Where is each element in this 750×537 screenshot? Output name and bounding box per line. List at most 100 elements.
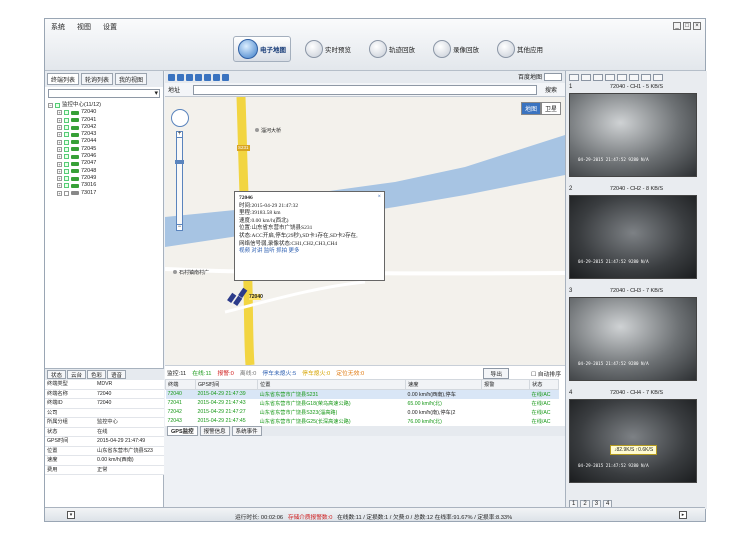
volume-icon[interactable] [629, 73, 639, 81]
table-row[interactable]: 72040 2015-04-29 21:47:39 山东省东营市广饶县S231 … [165, 389, 559, 399]
checkbox[interactable] [64, 183, 69, 189]
export-button[interactable]: 导出 [483, 368, 509, 379]
minimize-button[interactable]: _ [673, 22, 681, 30]
table-row[interactable]: 72043 2015-04-29 21:47:45 山东省东营市广饶县G25(长… [166, 417, 559, 426]
expand-icon[interactable]: + [57, 139, 62, 145]
tab-gps-monitor[interactable]: GPS监控 [167, 425, 198, 436]
expand-icon[interactable]: + [57, 190, 62, 196]
zoom-in-button[interactable]: + [176, 131, 183, 138]
video-frame[interactable]: 04-29-2015 21:47:52 9280 N/A [569, 93, 697, 177]
tree-item[interactable]: +72040 [48, 109, 160, 116]
module-record-playback[interactable]: 录像回放 [429, 36, 483, 62]
checkbox[interactable] [64, 168, 69, 174]
close-button[interactable]: × [693, 22, 701, 30]
checkbox[interactable] [64, 139, 69, 145]
map-canvas[interactable]: 淄河大桥 S231 石村镇南村广 72040 + − 地图 卫星 × 72046… [165, 97, 565, 365]
record-icon[interactable] [617, 73, 627, 81]
map-type-map[interactable]: 地图 [520, 102, 541, 115]
tree-item[interactable]: +72047 [48, 160, 160, 167]
popup-action-links[interactable]: 视频 对讲 监听 抓拍 更多 [239, 248, 380, 256]
expand-icon[interactable]: + [57, 132, 62, 138]
video-frame[interactable]: 04-29-2015 21:47:52 9280 N/A [569, 297, 697, 381]
checkbox[interactable] [55, 103, 60, 109]
tab-color[interactable]: 色彩 [87, 370, 107, 379]
zoom-icon[interactable] [204, 73, 211, 81]
tree-item[interactable]: +72049 [48, 175, 160, 182]
measure-icon[interactable] [195, 73, 202, 81]
expand-icon[interactable]: + [57, 154, 62, 160]
menu-settings[interactable]: 设置 [103, 22, 117, 32]
collapse-icon[interactable]: − [48, 103, 53, 109]
split-icon[interactable] [593, 73, 603, 81]
checkbox[interactable] [64, 132, 69, 138]
module-other-apps[interactable]: 其他应用 [493, 36, 547, 62]
col-location[interactable]: 位置 [257, 379, 406, 390]
checkbox[interactable] [64, 146, 69, 152]
video-channel-1[interactable]: 1 72040 - CH1 - 5 KB/S 04-29-2015 21:47:… [566, 83, 707, 185]
col-speed[interactable]: 速度 [405, 379, 482, 390]
tab-polling-list[interactable]: 轮询列表 [81, 73, 114, 85]
tree-item[interactable]: +73017 [48, 190, 160, 197]
play-icon[interactable] [168, 73, 175, 81]
tree-item[interactable]: +72041 [48, 117, 160, 124]
select-icon[interactable] [186, 73, 193, 81]
map-type-satellite[interactable]: 卫星 [540, 102, 561, 115]
chevron-down-icon[interactable] [544, 72, 562, 81]
zoom-slider-thumb[interactable] [175, 160, 184, 164]
tab-system-events[interactable]: 系统事件 [231, 425, 262, 436]
layout-icon[interactable] [569, 73, 579, 81]
tree-item[interactable]: +73016 [48, 182, 160, 189]
auto-sort-checkbox[interactable]: ☐ 自动排序 [531, 369, 561, 378]
col-terminal[interactable]: 终端 [165, 379, 196, 390]
map-provider-select[interactable]: 百度地图 [518, 72, 562, 81]
zoom-slider[interactable]: + − [175, 131, 184, 231]
tab-alarm-info[interactable]: 报警信息 [199, 425, 230, 436]
video-channel-4[interactable]: 4 72040 - CH4 - 7 KB/S 04-29-2015 21:47:… [566, 389, 707, 491]
group-filter-select[interactable] [48, 89, 160, 98]
panel-toggle-left-icon[interactable]: ▾ [67, 511, 75, 519]
tab-terminal-list[interactable]: 终端列表 [47, 73, 80, 85]
checkbox[interactable] [64, 154, 69, 160]
tab-ptz[interactable]: 云台 [67, 370, 87, 379]
close-icon[interactable]: × [378, 194, 381, 202]
tree-item[interactable]: +72046 [48, 153, 160, 160]
tree-item[interactable]: +72045 [48, 146, 160, 153]
tree-item[interactable]: +72048 [48, 168, 160, 175]
menu-icon[interactable] [653, 73, 663, 81]
tree-item[interactable]: +72044 [48, 138, 160, 145]
fullscreen-icon[interactable] [213, 73, 220, 81]
table-row[interactable]: 72042 2015-04-29 21:47:27 山东省东营市广饶县S323(… [166, 408, 559, 417]
video-frame[interactable]: 04-29-2015 21:47:52 9280 N/A [569, 195, 697, 279]
video-channel-3[interactable]: 3 72040 - CH3 - 7 KB/S 04-29-2015 21:47:… [566, 287, 707, 389]
zoom-out-button[interactable]: − [176, 224, 183, 231]
pan-control[interactable] [171, 109, 189, 127]
snapshot-icon[interactable] [605, 73, 615, 81]
checkbox[interactable] [64, 110, 69, 116]
checkbox[interactable] [64, 176, 69, 182]
table-row[interactable]: 72041 2015-04-29 21:47:43 山东省东营市广饶县G18(荣… [166, 399, 559, 408]
module-track-playback[interactable]: 轨迹回放 [365, 36, 419, 62]
maximize-button[interactable]: □ [683, 22, 691, 30]
video-frame[interactable]: 04-29-2015 21:47:52 9280 N/A ↓82.9K/S ↑0… [569, 399, 697, 483]
expand-icon[interactable]: + [57, 146, 62, 152]
col-gps-time[interactable]: GPS时间 [195, 379, 258, 390]
tree-item[interactable]: +72042 [48, 124, 160, 131]
expand-icon[interactable]: + [57, 110, 62, 116]
checkbox[interactable] [64, 190, 69, 196]
col-status[interactable]: 状态 [529, 379, 559, 390]
pan-icon[interactable] [177, 73, 184, 81]
module-live-preview[interactable]: 实时预览 [301, 36, 355, 62]
tab-my-view[interactable]: 我的视图 [115, 73, 148, 85]
expand-icon[interactable]: + [57, 168, 62, 174]
expand-icon[interactable]: + [57, 117, 62, 123]
tab-status[interactable]: 状态 [47, 370, 67, 379]
checkbox[interactable] [64, 125, 69, 131]
search-button[interactable]: 搜索 [540, 85, 562, 94]
tree-root[interactable]: − 监控中心(11/12) [48, 102, 160, 109]
expand-icon[interactable]: + [57, 176, 62, 182]
panel-toggle-right-icon[interactable]: ▸ [679, 511, 687, 519]
checkbox[interactable] [64, 117, 69, 123]
menu-view[interactable]: 视图 [77, 22, 91, 32]
layers-icon[interactable] [222, 73, 229, 81]
col-alarm[interactable]: 报警 [481, 379, 530, 390]
